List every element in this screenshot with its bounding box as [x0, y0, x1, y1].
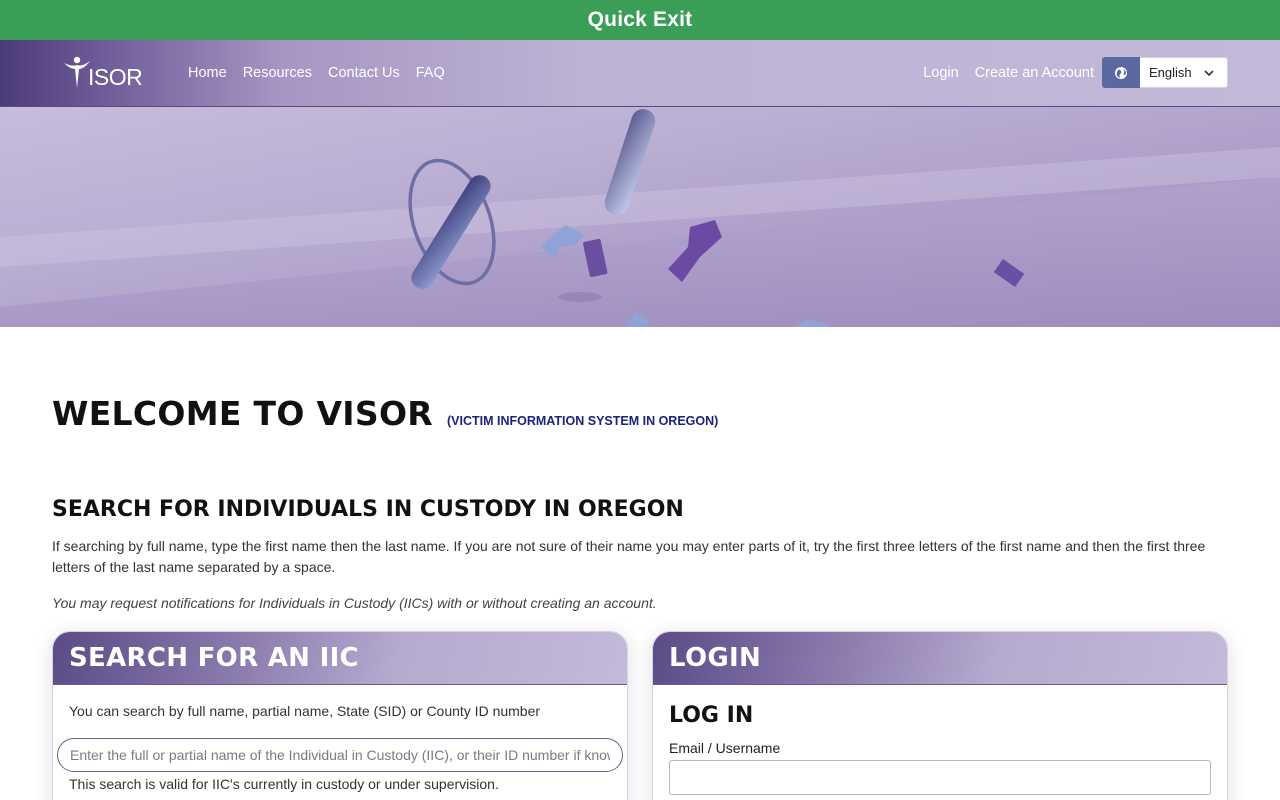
globe-icon[interactable]	[1102, 57, 1140, 88]
search-card-header: SEARCH FOR AN IIC	[53, 632, 627, 685]
search-instructions: If searching by full name, type the firs…	[52, 538, 1206, 575]
search-section-title: SEARCH FOR INDIVIDUALS IN CUSTODY IN ORE…	[52, 497, 684, 522]
search-iic-card: SEARCH FOR AN IIC You can search by full…	[52, 631, 628, 800]
site-header: ISOR Home Resources Contact Us FAQ Login…	[0, 40, 1280, 107]
main-nav: Home Resources Contact Us FAQ	[188, 40, 445, 106]
welcome-subtitle: (VICTIM INFORMATION SYSTEM IN OREGON)	[447, 414, 719, 428]
login-card-title: LOGIN	[669, 643, 762, 673]
nav-resources[interactable]: Resources	[243, 65, 312, 81]
search-validity-note: This search is valid for IIC's currently…	[69, 776, 499, 792]
visor-logo[interactable]: ISOR	[62, 54, 152, 92]
search-hint: You can search by full name, partial nam…	[69, 703, 541, 719]
chevron-down-icon	[1204, 70, 1214, 77]
quick-exit-label: Quick Exit	[587, 8, 693, 31]
email-field[interactable]	[669, 760, 1211, 795]
welcome-title: WELCOME TO VISOR	[52, 394, 434, 433]
nav-home[interactable]: Home	[188, 65, 227, 81]
hero-abstract-shapes-image	[0, 109, 1280, 327]
header-login-link[interactable]: Login	[923, 65, 958, 81]
notification-note: You may request notifications for Indivi…	[52, 595, 657, 611]
language-select[interactable]: English	[1140, 57, 1228, 88]
iic-search-input[interactable]	[57, 738, 623, 772]
search-card-title: SEARCH FOR AN IIC	[69, 643, 359, 673]
hero-banner	[0, 107, 1280, 327]
header-actions: Login Create an Account English	[923, 57, 1228, 88]
nav-contact-us[interactable]: Contact Us	[328, 65, 400, 81]
welcome-heading-row: WELCOME TO VISOR (VICTIM INFORMATION SYS…	[52, 394, 718, 433]
login-card: LOGIN LOG IN Email / Username	[652, 631, 1228, 800]
logo-text: ISOR	[88, 63, 143, 90]
login-card-header: LOGIN	[653, 632, 1227, 685]
email-label: Email / Username	[669, 740, 781, 756]
quick-exit-button[interactable]: Quick Exit	[0, 0, 1280, 40]
create-account-link[interactable]: Create an Account	[975, 65, 1094, 81]
nav-faq[interactable]: FAQ	[416, 65, 445, 81]
language-selected: English	[1149, 65, 1192, 80]
login-form-title: LOG IN	[669, 703, 754, 728]
